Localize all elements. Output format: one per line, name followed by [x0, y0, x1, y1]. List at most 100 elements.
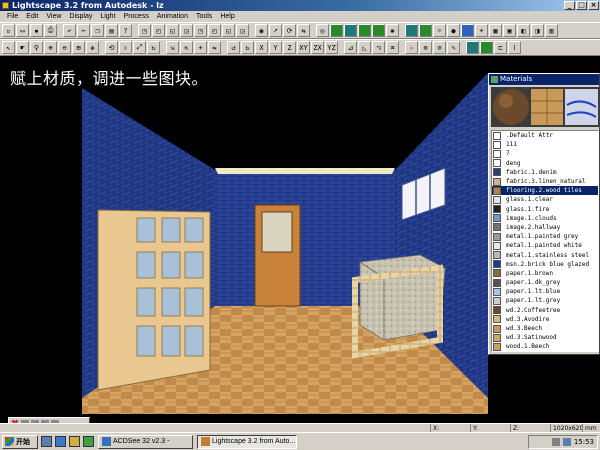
axis-z-button[interactable]: Z — [283, 41, 296, 54]
cut-icon[interactable]: ✂ — [77, 24, 90, 37]
window-icon[interactable]: ▥ — [545, 24, 558, 37]
arrow-icon[interactable]: ➚ — [269, 24, 282, 37]
material-item[interactable]: glass.1.clear — [492, 195, 598, 204]
rotate-y-icon[interactable]: ↻ — [241, 41, 254, 54]
material-item[interactable]: msn.2.brick blue glazed — [492, 260, 598, 269]
menu-view[interactable]: View — [42, 11, 65, 22]
mirror-icon[interactable]: ⇋ — [208, 41, 221, 54]
pick-icon[interactable]: ☛ — [16, 41, 29, 54]
material-item[interactable]: metal.1.painted white — [492, 241, 598, 250]
layer-icon[interactable] — [405, 24, 418, 37]
texture-icon[interactable] — [480, 41, 493, 54]
shaded-icon[interactable] — [358, 24, 371, 37]
start-button[interactable]: 开始 — [2, 434, 38, 449]
print-icon[interactable]: ⎙ — [44, 24, 57, 37]
target-icon[interactable]: ⊚ — [419, 41, 432, 54]
dolly-icon[interactable]: ⇳ — [119, 41, 132, 54]
camera-icon[interactable]: ◉ — [255, 24, 268, 37]
menu-light[interactable]: Light — [96, 11, 119, 22]
axis-yz-button[interactable]: YZ — [325, 41, 338, 54]
solid-icon[interactable] — [372, 24, 385, 37]
zoom-window-icon[interactable]: ⚲ — [30, 41, 43, 54]
walk-icon[interactable]: ⇆ — [297, 24, 310, 37]
view-cube-icon-8[interactable]: ◲ — [236, 24, 249, 37]
menu-tools[interactable]: Tools — [192, 11, 216, 22]
copy-icon[interactable]: ❐ — [91, 24, 104, 37]
light-bulb-icon[interactable]: ☼ — [433, 24, 446, 37]
material-item[interactable]: fabric.1.denim — [492, 168, 598, 177]
cube-icon[interactable]: ▣ — [503, 24, 516, 37]
sphere-icon[interactable]: ● — [447, 24, 460, 37]
menu-edit[interactable]: Edit — [22, 11, 42, 22]
rotate-x-icon[interactable]: ↺ — [227, 41, 240, 54]
material-item[interactable]: metal.1.painted grey — [492, 232, 598, 241]
view-cube-icon-4[interactable]: ◲ — [180, 24, 193, 37]
menu-display[interactable]: Display — [65, 11, 96, 22]
scale-icon[interactable]: ⇱ — [180, 41, 193, 54]
sun-icon[interactable]: ☀ — [475, 24, 488, 37]
help-icon[interactable]: ? — [119, 24, 132, 37]
align-icon-2[interactable]: ◺ — [358, 41, 371, 54]
quicklaunch-email-icon[interactable] — [69, 436, 80, 447]
quicklaunch-desktop-icon[interactable] — [41, 436, 52, 447]
quicklaunch-browser-icon[interactable] — [55, 436, 66, 447]
measure-icon[interactable]: ⊏ — [494, 41, 507, 54]
tray-volume-icon[interactable] — [551, 438, 560, 446]
align-icon-1[interactable]: ⊿ — [344, 41, 357, 54]
block-icon[interactable] — [419, 24, 432, 37]
axis-xy-button[interactable]: XY — [297, 41, 310, 54]
select-arrow-icon[interactable]: ↖ — [2, 41, 15, 54]
material-item[interactable]: wd.3.Satinwood — [492, 333, 598, 342]
material-item[interactable]: image.1.clouds — [492, 214, 598, 223]
material-item[interactable]: paper.1.lt.blue — [492, 287, 598, 296]
material-item[interactable]: wd.3.Beech — [492, 324, 598, 333]
material-item[interactable]: metal.1.stainless steel — [492, 250, 598, 260]
save-icon[interactable]: ▪ — [30, 24, 43, 37]
task-lightscape[interactable]: Lightscape 3.2 from Auto... — [197, 434, 297, 449]
view-cube-icon-6[interactable]: ◰ — [208, 24, 221, 37]
menu-animation[interactable]: Animation — [153, 11, 192, 22]
material-item[interactable]: fabric.3.linen_natural — [492, 177, 598, 186]
material-item[interactable]: 7 — [492, 149, 598, 158]
rotate-icon[interactable]: ⟳ — [283, 24, 296, 37]
undo-icon[interactable]: ↶ — [63, 24, 76, 37]
menu-help[interactable]: Help — [216, 11, 238, 22]
zoom-extents-icon[interactable]: ⊞ — [72, 41, 85, 54]
material-item[interactable]: wd.2.Coffeetree — [492, 306, 598, 315]
paste-icon[interactable]: ▤ — [105, 24, 118, 37]
material-item[interactable]: deng — [492, 159, 598, 168]
materials-list[interactable]: .Default Attr 111 7 deng fabric.1.denim fabri… — [491, 130, 599, 352]
view-cube-icon-5[interactable]: ◳ — [194, 24, 207, 37]
globe-icon[interactable] — [461, 24, 474, 37]
tilt-icon[interactable]: ⤢ — [133, 41, 146, 54]
unlink-icon[interactable]: ⊘ — [433, 41, 446, 54]
minimize-button[interactable]: _ — [564, 1, 575, 10]
material-item[interactable]: wd.3.Avodire — [492, 315, 598, 324]
zoom-icon[interactable]: ⊕ — [44, 41, 57, 54]
menu-process[interactable]: Process — [120, 11, 153, 22]
view-cube-icon-3[interactable]: ◱ — [166, 24, 179, 37]
new-file-icon[interactable]: ▫ — [2, 24, 15, 37]
material-item[interactable]: wood.1.Beech — [492, 342, 598, 351]
light-icon[interactable]: ✧ — [405, 41, 418, 54]
materials-title-bar[interactable]: Materials — [489, 74, 599, 85]
material-item[interactable]: paper.1.brown — [492, 269, 598, 278]
material-item[interactable]: paper.1.lt.grey — [492, 296, 598, 305]
eye-icon[interactable]: ◎ — [316, 24, 329, 37]
render-green-icon[interactable] — [330, 24, 343, 37]
align-icon-3[interactable]: ◹ — [372, 41, 385, 54]
axis-x-button[interactable]: X — [255, 41, 268, 54]
scene-icon[interactable]: ◨ — [531, 24, 544, 37]
material-item[interactable]: flooring.2.wood tiles — [492, 186, 598, 196]
close-button[interactable]: × — [588, 1, 599, 10]
radiosity-icon[interactable]: ✺ — [386, 24, 399, 37]
roll-icon[interactable]: ↻ — [147, 41, 160, 54]
render-teal-icon[interactable] — [344, 24, 357, 37]
material-item[interactable]: image.2.hallway — [492, 223, 598, 232]
edit-icon[interactable]: ✎ — [447, 41, 460, 54]
pan-icon[interactable]: ✥ — [86, 41, 99, 54]
zoom-out-icon[interactable]: ⊖ — [58, 41, 71, 54]
view-cube-icon-7[interactable]: ◱ — [222, 24, 235, 37]
material-item[interactable]: glass.1.fire — [492, 205, 598, 214]
add-icon[interactable]: + — [194, 41, 207, 54]
